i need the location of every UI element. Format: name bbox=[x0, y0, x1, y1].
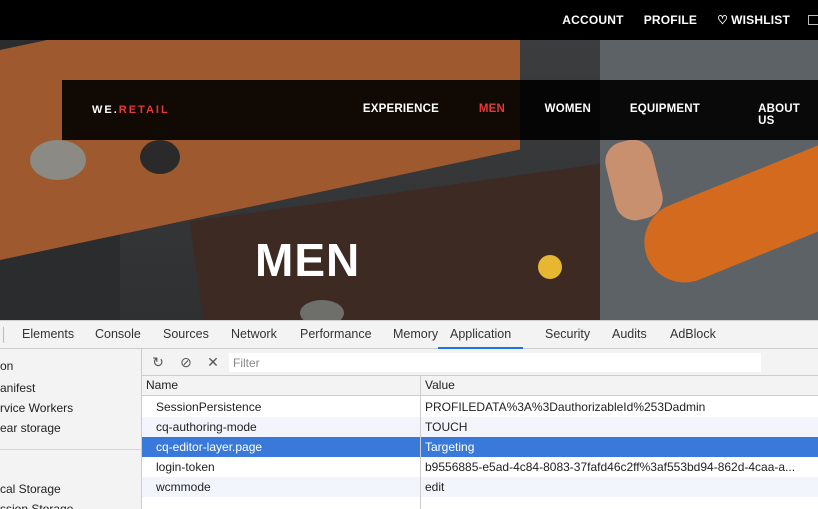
column-header-name[interactable]: Name bbox=[142, 376, 178, 396]
website-viewport: ACCOUNT PROFILE ♡ WISHLIST WE.RETAIL EXP… bbox=[0, 0, 818, 320]
profile-label: PROFILE bbox=[643, 13, 698, 27]
table-row-selected[interactable]: cq-editor-layer.page Targeting bbox=[142, 437, 818, 457]
wishlist-label: WISHLIST bbox=[731, 13, 790, 27]
climbing-hold-yellow bbox=[538, 255, 562, 279]
tab-elements[interactable]: Elements bbox=[22, 321, 74, 349]
nav-equipment[interactable]: EQUIPMENT bbox=[630, 103, 700, 115]
tab-memory[interactable]: Memory bbox=[393, 321, 438, 349]
wishlist-link[interactable]: ♡ WISHLIST bbox=[717, 13, 790, 27]
sidebar-item-application[interactable]: on bbox=[0, 356, 13, 376]
close-icon[interactable]: ✕ bbox=[204, 353, 222, 371]
row-name: cq-editor-layer.page bbox=[156, 440, 263, 454]
application-sidebar: on anifest rvice Workers ear storage cal… bbox=[0, 349, 142, 509]
tab-sources[interactable]: Sources bbox=[163, 321, 209, 349]
column-header-value[interactable]: Value bbox=[421, 376, 455, 396]
column-divider[interactable] bbox=[420, 376, 421, 509]
utility-bar: ACCOUNT PROFILE ♡ WISHLIST bbox=[0, 0, 818, 40]
main-navigation: WE.RETAIL EXPERIENCE MEN WOMEN EQUIPMENT… bbox=[62, 80, 818, 140]
filter-input[interactable] bbox=[229, 353, 761, 372]
sidebar-divider bbox=[0, 449, 141, 450]
hero-title: MEN bbox=[255, 234, 361, 286]
table-row[interactable]: SessionPersistence PROFILEDATA%3A%3Dauth… bbox=[142, 397, 818, 417]
tab-separator bbox=[3, 327, 4, 343]
climbing-hold bbox=[300, 300, 344, 320]
tab-application[interactable]: Application bbox=[438, 321, 524, 349]
table-header: Name Value bbox=[142, 376, 818, 396]
climbing-hold bbox=[140, 140, 180, 174]
devtools-panel: Elements Console Sources Network Perform… bbox=[0, 320, 818, 509]
storage-toolbar: ↻ ⊘ ✕ bbox=[142, 349, 818, 376]
row-name: cq-authoring-mode bbox=[156, 420, 257, 434]
mail-icon[interactable] bbox=[808, 15, 818, 25]
heart-icon: ♡ bbox=[717, 13, 729, 27]
sidebar-item-service-workers[interactable]: rvice Workers bbox=[0, 398, 73, 418]
row-value: Targeting bbox=[425, 440, 475, 454]
table-row[interactable]: cq-authoring-mode TOUCH bbox=[142, 417, 818, 437]
nav-women[interactable]: WOMEN bbox=[545, 103, 591, 115]
refresh-icon[interactable]: ↻ bbox=[149, 353, 167, 371]
tab-console[interactable]: Console bbox=[95, 321, 141, 349]
climbing-hold bbox=[30, 140, 86, 180]
sidebar-item-session-storage[interactable]: ssion Storage bbox=[0, 499, 73, 509]
sidebar-item-clear-storage[interactable]: ear storage bbox=[0, 418, 61, 438]
row-name: wcmmode bbox=[156, 480, 211, 494]
row-value: edit bbox=[425, 480, 445, 494]
row-name: login-token bbox=[156, 460, 215, 474]
nav-experience[interactable]: EXPERIENCE bbox=[363, 103, 439, 115]
row-name: SessionPersistence bbox=[156, 400, 262, 414]
nav-about-us[interactable]: ABOUT US bbox=[758, 103, 800, 127]
sidebar-item-manifest[interactable]: anifest bbox=[0, 378, 35, 398]
table-row[interactable]: wcmmode edit bbox=[142, 477, 818, 497]
tab-audits[interactable]: Audits bbox=[612, 321, 647, 349]
table-row[interactable]: login-token b9556885-e5ad-4c84-8083-37fa… bbox=[142, 457, 818, 477]
logo-prefix: WE. bbox=[92, 104, 119, 116]
devtools-tab-bar: Elements Console Sources Network Perform… bbox=[0, 321, 818, 349]
row-value: PROFILEDATA%3A%3DauthorizableId%253Dadmi… bbox=[425, 400, 706, 414]
nav-men[interactable]: MEN bbox=[479, 103, 505, 115]
row-value: TOUCH bbox=[425, 420, 468, 434]
tab-adblock[interactable]: AdBlock bbox=[670, 321, 716, 349]
tab-network[interactable]: Network bbox=[231, 321, 277, 349]
tab-security[interactable]: Security bbox=[545, 321, 590, 349]
row-value: b9556885-e5ad-4c84-8083-37fafd46c2ff%3af… bbox=[425, 460, 796, 474]
sidebar-item-local-storage[interactable]: cal Storage bbox=[0, 479, 61, 499]
block-icon[interactable]: ⊘ bbox=[177, 353, 195, 371]
account-link[interactable]: ACCOUNT bbox=[562, 13, 623, 27]
storage-view: ↻ ⊘ ✕ Name Value SessionPersistence PROF… bbox=[142, 349, 818, 509]
tab-performance[interactable]: Performance bbox=[300, 321, 372, 349]
profile-link[interactable]: PROFILE bbox=[644, 13, 697, 27]
brand-logo[interactable]: WE.RETAIL bbox=[92, 104, 170, 116]
logo-accent: RETAIL bbox=[118, 104, 170, 116]
